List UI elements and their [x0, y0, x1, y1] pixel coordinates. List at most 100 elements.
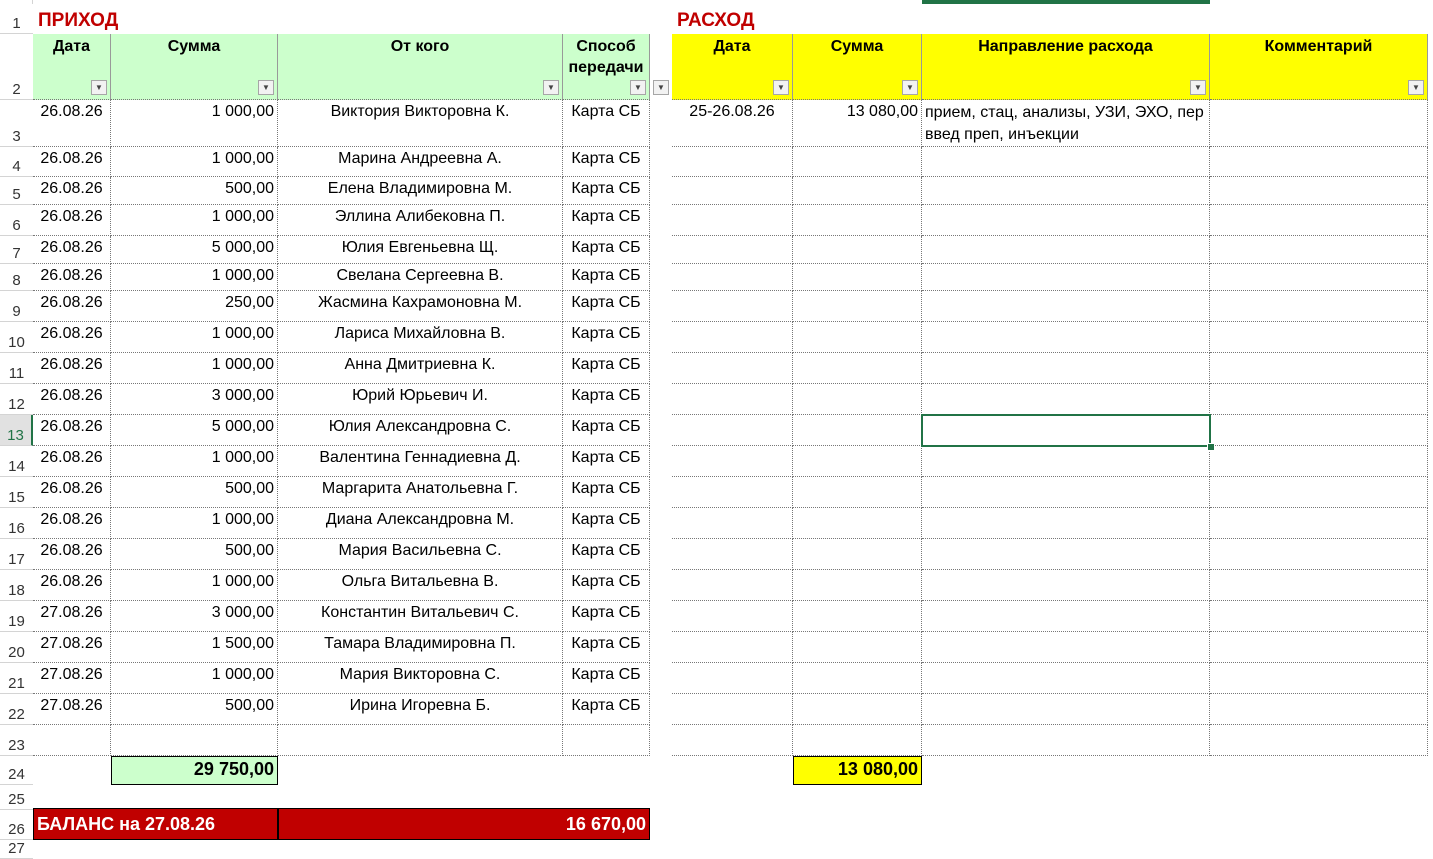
row-header-13[interactable]: 13	[0, 415, 33, 446]
active-cell-selection[interactable]	[921, 414, 1211, 447]
expense-comment-cell[interactable]	[1210, 100, 1428, 147]
row-header-23[interactable]: 23	[0, 725, 33, 756]
expense-comment-cell[interactable]	[1210, 147, 1428, 177]
expense-date-cell[interactable]	[672, 570, 793, 601]
income-method-cell[interactable]: Карта СБ	[563, 508, 650, 539]
expense-amount-cell[interactable]	[793, 477, 922, 508]
expense-date-cell[interactable]	[672, 147, 793, 177]
income-method-cell[interactable]: Карта СБ	[563, 570, 650, 601]
extra-filter-button[interactable]: ▼	[653, 80, 669, 95]
expense-comment-cell[interactable]	[1210, 477, 1428, 508]
expense-amount-cell[interactable]	[793, 446, 922, 477]
income-amount-cell[interactable]: 1 000,00	[111, 264, 278, 291]
expense-date-cell[interactable]	[672, 384, 793, 415]
income-date-cell[interactable]: 26.08.26	[33, 264, 111, 291]
expense-direction-cell[interactable]	[922, 477, 1210, 508]
expense-direction-cell[interactable]	[922, 236, 1210, 264]
income-from-cell[interactable]: Юлия Евгеньевна Щ.	[278, 236, 563, 264]
income-date-cell[interactable]: 26.08.26	[33, 539, 111, 570]
income-amount-cell[interactable]: 1 000,00	[111, 663, 278, 694]
income-from-cell[interactable]: Валентина Геннадиевна Д.	[278, 446, 563, 477]
expense-amount-cell[interactable]	[793, 177, 922, 205]
fill-handle[interactable]	[1207, 443, 1215, 451]
income-method-cell[interactable]: Карта СБ	[563, 663, 650, 694]
expense-amount-cell[interactable]: 13 080,00	[793, 100, 922, 147]
income-amount-cell[interactable]: 5 000,00	[111, 415, 278, 446]
expense-direction-cell[interactable]	[922, 539, 1210, 570]
expense-comment-cell[interactable]	[1210, 539, 1428, 570]
income-method-cell[interactable]: Карта СБ	[563, 694, 650, 725]
expense-amount-cell[interactable]	[793, 415, 922, 446]
income-from-cell[interactable]: Свелана Сергеевна В.	[278, 264, 563, 291]
income-method-cell[interactable]: Карта СБ	[563, 264, 650, 291]
income-method-cell[interactable]: Карта СБ	[563, 322, 650, 353]
income-date-cell[interactable]: 26.08.26	[33, 291, 111, 322]
expense-direction-cell[interactable]	[922, 725, 1210, 756]
row-header-7[interactable]: 7	[0, 236, 33, 264]
expense-direction-cell[interactable]	[922, 147, 1210, 177]
expense-amount-cell[interactable]	[793, 508, 922, 539]
row-header-15[interactable]: 15	[0, 477, 33, 508]
income-amount-cell[interactable]: 5 000,00	[111, 236, 278, 264]
expense-comment-cell[interactable]	[1210, 694, 1428, 725]
income-date-cell[interactable]: 26.08.26	[33, 384, 111, 415]
expense-direction-cell[interactable]	[922, 694, 1210, 725]
income-from-cell[interactable]: Лариса Михайловна В.	[278, 322, 563, 353]
row-header-21[interactable]: 21	[0, 663, 33, 694]
income-amount-cell[interactable]: 1 000,00	[111, 147, 278, 177]
income-from-cell[interactable]: Константин Витальевич С.	[278, 601, 563, 632]
income-method-cell[interactable]: Карта СБ	[563, 477, 650, 508]
expense-direction-cell[interactable]	[922, 508, 1210, 539]
income-amount-cell[interactable]: 1 000,00	[111, 353, 278, 384]
income-method-cell[interactable]: Карта СБ	[563, 147, 650, 177]
income-from-cell[interactable]	[278, 725, 563, 756]
income-method-cell[interactable]: Карта СБ	[563, 236, 650, 264]
row-header-14[interactable]: 14	[0, 446, 33, 477]
row-header-16[interactable]: 16	[0, 508, 33, 539]
income-date-cell[interactable]: 26.08.26	[33, 147, 111, 177]
expense-date-cell[interactable]	[672, 508, 793, 539]
income-filter-button-2[interactable]: ▼	[543, 80, 559, 95]
income-method-cell[interactable]: Карта СБ	[563, 177, 650, 205]
income-from-cell[interactable]: Виктория Викторовна К.	[278, 100, 563, 147]
income-date-cell[interactable]: 26.08.26	[33, 353, 111, 384]
expense-date-cell[interactable]	[672, 205, 793, 236]
row-header-12[interactable]: 12	[0, 384, 33, 415]
row-header-26[interactable]: 26	[0, 810, 33, 840]
expense-amount-cell[interactable]	[793, 725, 922, 756]
expense-amount-cell[interactable]	[793, 236, 922, 264]
expense-comment-cell[interactable]	[1210, 353, 1428, 384]
income-date-cell[interactable]: 26.08.26	[33, 177, 111, 205]
expense-comment-cell[interactable]	[1210, 663, 1428, 694]
expense-comment-cell[interactable]	[1210, 601, 1428, 632]
income-amount-cell[interactable]: 3 000,00	[111, 384, 278, 415]
income-from-cell[interactable]: Мария Васильевна С.	[278, 539, 563, 570]
expense-date-cell[interactable]	[672, 632, 793, 663]
expense-date-cell[interactable]	[672, 725, 793, 756]
row-header-5[interactable]: 5	[0, 177, 33, 205]
expense-amount-cell[interactable]	[793, 384, 922, 415]
row-header-17[interactable]: 17	[0, 539, 33, 570]
expense-comment-cell[interactable]	[1210, 508, 1428, 539]
income-amount-cell[interactable]: 500,00	[111, 694, 278, 725]
row-header-1[interactable]: 1	[0, 4, 33, 34]
expense-date-cell[interactable]	[672, 322, 793, 353]
income-date-cell[interactable]: 26.08.26	[33, 477, 111, 508]
balance-label[interactable]: БАЛАНС на 27.08.26	[33, 808, 278, 840]
income-date-cell[interactable]: 27.08.26	[33, 632, 111, 663]
expense-comment-cell[interactable]	[1210, 236, 1428, 264]
expense-comment-cell[interactable]	[1210, 205, 1428, 236]
row-header-4[interactable]: 4	[0, 147, 33, 177]
expense-comment-cell[interactable]	[1210, 725, 1428, 756]
income-date-cell[interactable]: 26.08.26	[33, 322, 111, 353]
expense-amount-cell[interactable]	[793, 632, 922, 663]
expense-direction-cell[interactable]	[922, 601, 1210, 632]
income-date-cell[interactable]: 26.08.26	[33, 570, 111, 601]
expense-direction-cell[interactable]	[922, 177, 1210, 205]
expense-date-cell[interactable]	[672, 477, 793, 508]
income-method-cell[interactable]: Карта СБ	[563, 539, 650, 570]
income-amount-cell[interactable]: 1 000,00	[111, 508, 278, 539]
income-date-cell[interactable]: 26.08.26	[33, 415, 111, 446]
expense-comment-cell[interactable]	[1210, 264, 1428, 291]
expense-comment-cell[interactable]	[1210, 384, 1428, 415]
